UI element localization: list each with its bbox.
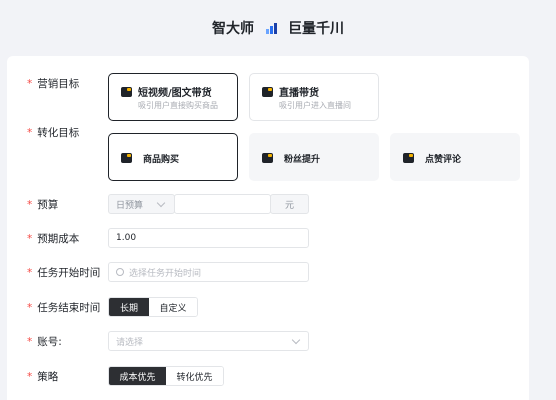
account-select[interactable]: 请选择 bbox=[108, 331, 309, 351]
conversion-option-title: 商品购买 bbox=[143, 155, 180, 165]
video-camera-icon bbox=[121, 87, 132, 97]
budget-type-select[interactable]: 日预算 bbox=[108, 194, 175, 214]
budget-label: * 预算 bbox=[27, 199, 59, 211]
end-time-toggle: 长期 自定义 bbox=[108, 297, 198, 317]
goal-option-title: 直播带货 bbox=[279, 88, 319, 99]
expected-cost-input[interactable]: 1.00 bbox=[108, 228, 309, 248]
goal-option-subtitle: 吸引用户直接购买商品 bbox=[138, 101, 218, 110]
clock-icon bbox=[116, 268, 124, 276]
end-time-custom-button[interactable]: 自定义 bbox=[149, 298, 197, 316]
platform-title: 巨量千川 bbox=[288, 21, 344, 37]
conversion-goal-label: * 转化目标 bbox=[27, 127, 80, 139]
budget-amount-input[interactable] bbox=[174, 194, 271, 214]
expected-cost-label: * 预期成本 bbox=[27, 233, 80, 245]
start-time-label: * 任务开始时间 bbox=[27, 267, 101, 279]
account-label: * 账号: bbox=[27, 336, 62, 348]
conversion-option-engagement[interactable]: 点赞评论 bbox=[390, 133, 520, 181]
start-time-picker[interactable]: 选择任务开始时间 bbox=[108, 262, 309, 282]
strategy-toggle: 成本优先 转化优先 bbox=[108, 366, 224, 386]
goal-option-subtitle: 吸引用户进入直播间 bbox=[279, 101, 351, 110]
conversion-option-title: 点赞评论 bbox=[425, 155, 462, 165]
budget-unit: 元 bbox=[270, 194, 309, 214]
strategy-conversion-first-button[interactable]: 转化优先 bbox=[166, 367, 223, 385]
ocean-engine-logo-icon bbox=[266, 22, 280, 34]
form-card: * 营销目标 短视频/图文带货 吸引用户直接购买商品 直播带货 吸引用户进入直播间… bbox=[7, 56, 529, 400]
live-stream-icon bbox=[262, 87, 273, 97]
page-header: 智大师 巨量千川 bbox=[0, 0, 556, 56]
comment-icon bbox=[403, 153, 414, 163]
conversion-option-purchase[interactable]: 商品购买 bbox=[108, 133, 238, 181]
app-title: 智大师 bbox=[212, 21, 254, 37]
shopping-bag-icon bbox=[121, 153, 132, 163]
strategy-cost-first-button[interactable]: 成本优先 bbox=[109, 367, 166, 385]
goal-option-live-stream[interactable]: 直播带货 吸引用户进入直播间 bbox=[249, 73, 379, 121]
conversion-option-title: 粉丝提升 bbox=[284, 155, 321, 165]
goal-option-short-video[interactable]: 短视频/图文带货 吸引用户直接购买商品 bbox=[108, 73, 238, 121]
end-time-label: * 任务结束时间 bbox=[27, 302, 101, 314]
conversion-option-followers[interactable]: 粉丝提升 bbox=[249, 133, 379, 181]
end-time-long-term-button[interactable]: 长期 bbox=[109, 298, 149, 316]
marketing-goal-label: * 营销目标 bbox=[27, 78, 80, 90]
user-icon bbox=[262, 153, 273, 163]
goal-option-title: 短视频/图文带货 bbox=[138, 88, 212, 99]
chevron-down-icon bbox=[156, 198, 166, 208]
chevron-down-icon bbox=[291, 335, 301, 345]
strategy-label: * 策略 bbox=[27, 371, 59, 383]
